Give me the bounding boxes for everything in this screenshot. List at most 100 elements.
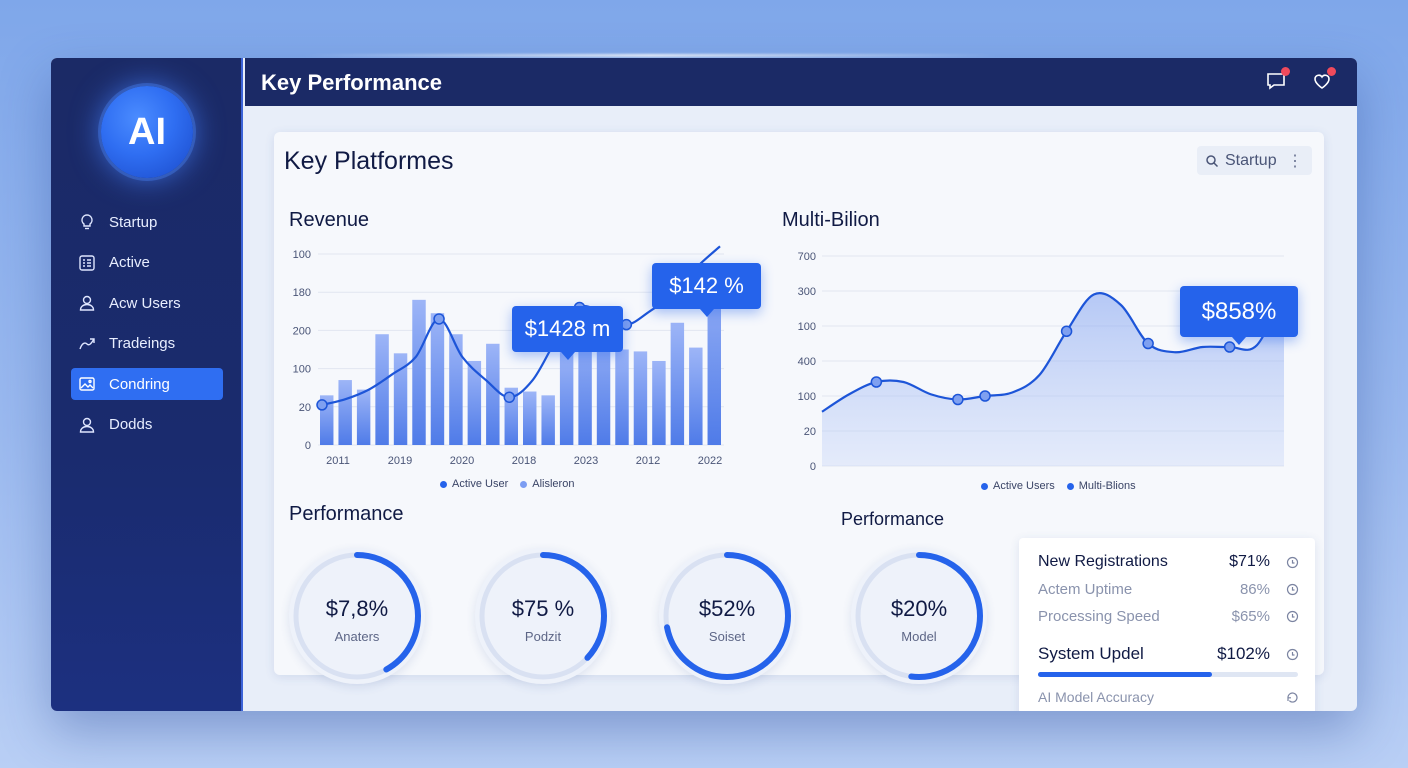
data-point <box>1142 337 1154 350</box>
x-tick-label: 2018 <box>512 455 536 467</box>
sidebar-item-condring[interactable]: Condring <box>71 368 223 400</box>
x-tick-label: 2019 <box>388 455 412 467</box>
bar <box>449 334 463 445</box>
y-tick-label: 0 <box>810 461 816 473</box>
revenue-callout: $142 % <box>652 263 761 317</box>
multi-bilion-chart: 0 20 100 400 100 300 700 <box>798 251 1285 473</box>
ring-label: Model <box>901 629 937 644</box>
panel-title: Key Platformes <box>284 147 454 175</box>
system-update-progress <box>1038 672 1298 677</box>
glow-line <box>300 54 1000 57</box>
bar <box>689 347 703 445</box>
search-field[interactable]: Startup ⋮ <box>1197 146 1312 175</box>
metric-value: $71% <box>1229 553 1270 570</box>
data-point <box>503 391 516 403</box>
refresh-icon <box>1287 691 1298 703</box>
multi-callout: $858% <box>1180 286 1298 345</box>
sidebar-item-label: Dodds <box>109 416 153 433</box>
sidebar-item-label: Active <box>109 254 150 271</box>
data-point <box>316 399 328 411</box>
trending-icon <box>78 335 96 353</box>
metric-value: $102% <box>1217 644 1270 663</box>
legend-item: Alisleron <box>520 478 574 490</box>
metric-label: System Updel <box>1038 644 1144 663</box>
more-options-icon[interactable]: ⋮ <box>1287 151 1303 171</box>
sidebar-item-label: Startup <box>109 213 158 231</box>
sidebar-item-active[interactable]: Active <box>71 247 223 279</box>
metrics-card: New Registrations $71% Actem Uptime 86% … <box>1019 538 1315 711</box>
app-window: AI Startup Active Acw Users Tradeings Co… <box>51 58 1357 711</box>
y-tick-label: 300 <box>798 286 816 298</box>
bar <box>356 389 371 445</box>
legend-item: Multi-Blions <box>1066 480 1136 492</box>
x-tick-label: 2020 <box>450 455 474 467</box>
bar <box>412 299 426 445</box>
bar <box>670 322 685 445</box>
multi-legend: Active Users Multi-Blions <box>981 480 1148 492</box>
metric-label: AI Model Accuracy <box>1038 689 1154 705</box>
metric-row[interactable]: Actem Uptime 86% <box>1038 581 1299 598</box>
performance-title: Performance <box>289 503 404 525</box>
y-tick-label: 180 <box>293 287 311 299</box>
x-tick-label: 2011 <box>326 455 350 467</box>
page-title: Key Performance <box>261 70 442 95</box>
kpi-ring-podzit: $75 % Podzit <box>475 548 611 684</box>
y-tick-label: 100 <box>798 321 816 333</box>
revenue-callout: $1428 m <box>512 306 623 360</box>
bar <box>559 351 574 445</box>
data-point <box>870 376 883 388</box>
bar <box>652 360 666 445</box>
metric-row[interactable]: AI Model Accuracy <box>1038 689 1299 705</box>
notification-badge <box>1281 67 1290 76</box>
x-tick-label: 2023 <box>574 455 598 467</box>
metric-value: $65% <box>1231 608 1270 625</box>
ring-label: Podzit <box>524 629 562 644</box>
x-tick-label: 2012 <box>636 455 660 467</box>
y-tick-label: 100 <box>798 391 816 403</box>
y-tick-label: 0 <box>305 440 311 452</box>
image-icon <box>78 375 96 393</box>
y-tick-label: 100 <box>293 249 311 261</box>
sidebar-item-startup[interactable]: Startup <box>71 206 223 238</box>
metric-value: 86% <box>1239 581 1270 598</box>
ring-value: $7,8% <box>325 596 389 621</box>
sidebar-item-label: Acw Users <box>109 294 181 312</box>
user-icon <box>78 294 96 312</box>
data-point <box>1060 325 1073 337</box>
bar <box>338 380 352 445</box>
multi-title: Multi-Bilion <box>782 209 880 231</box>
notification-badge <box>1327 67 1336 76</box>
heart-icon[interactable] <box>1311 67 1336 92</box>
ring-value: $52% <box>698 596 756 621</box>
ring-label: Anaters <box>334 629 380 644</box>
metric-row[interactable]: System Updel $102% <box>1038 644 1299 664</box>
sidebar: AI Startup Active Acw Users Tradeings Co… <box>51 58 243 711</box>
bar <box>633 351 648 445</box>
ring-value: $20% <box>890 596 948 621</box>
sidebar-item-acw-users[interactable]: Acw Users <box>71 287 223 319</box>
bar <box>486 343 500 445</box>
metric-label: Actem Uptime <box>1038 581 1133 598</box>
metric-row[interactable]: New Registrations $71% <box>1038 553 1299 571</box>
sidebar-item-tradeings[interactable]: Tradeings <box>71 328 223 360</box>
y-tick-label: 20 <box>804 426 816 438</box>
metric-row[interactable]: Processing Speed $65% <box>1038 608 1299 625</box>
data-point <box>979 390 991 402</box>
list-icon <box>78 254 96 272</box>
bar <box>615 349 629 445</box>
kpi-ring-anaters: $7,8% Anaters <box>289 548 425 684</box>
ai-logo[interactable]: AI <box>101 86 193 178</box>
search-icon <box>1206 154 1219 167</box>
bar <box>541 395 555 445</box>
legend-item: Active User <box>440 478 508 490</box>
clock-icon <box>1286 610 1299 623</box>
chat-icon[interactable] <box>1265 67 1290 92</box>
data-point <box>952 393 964 406</box>
kpi-ring-soiset: $52% Soiset <box>659 548 795 684</box>
y-tick-label: 400 <box>798 356 816 368</box>
data-point <box>433 313 445 325</box>
y-tick-label: 100 <box>293 364 311 376</box>
legend-item: Active Users <box>981 480 1055 492</box>
y-tick-label: 200 <box>293 325 311 337</box>
sidebar-item-dodds[interactable]: Dodds <box>71 409 223 441</box>
